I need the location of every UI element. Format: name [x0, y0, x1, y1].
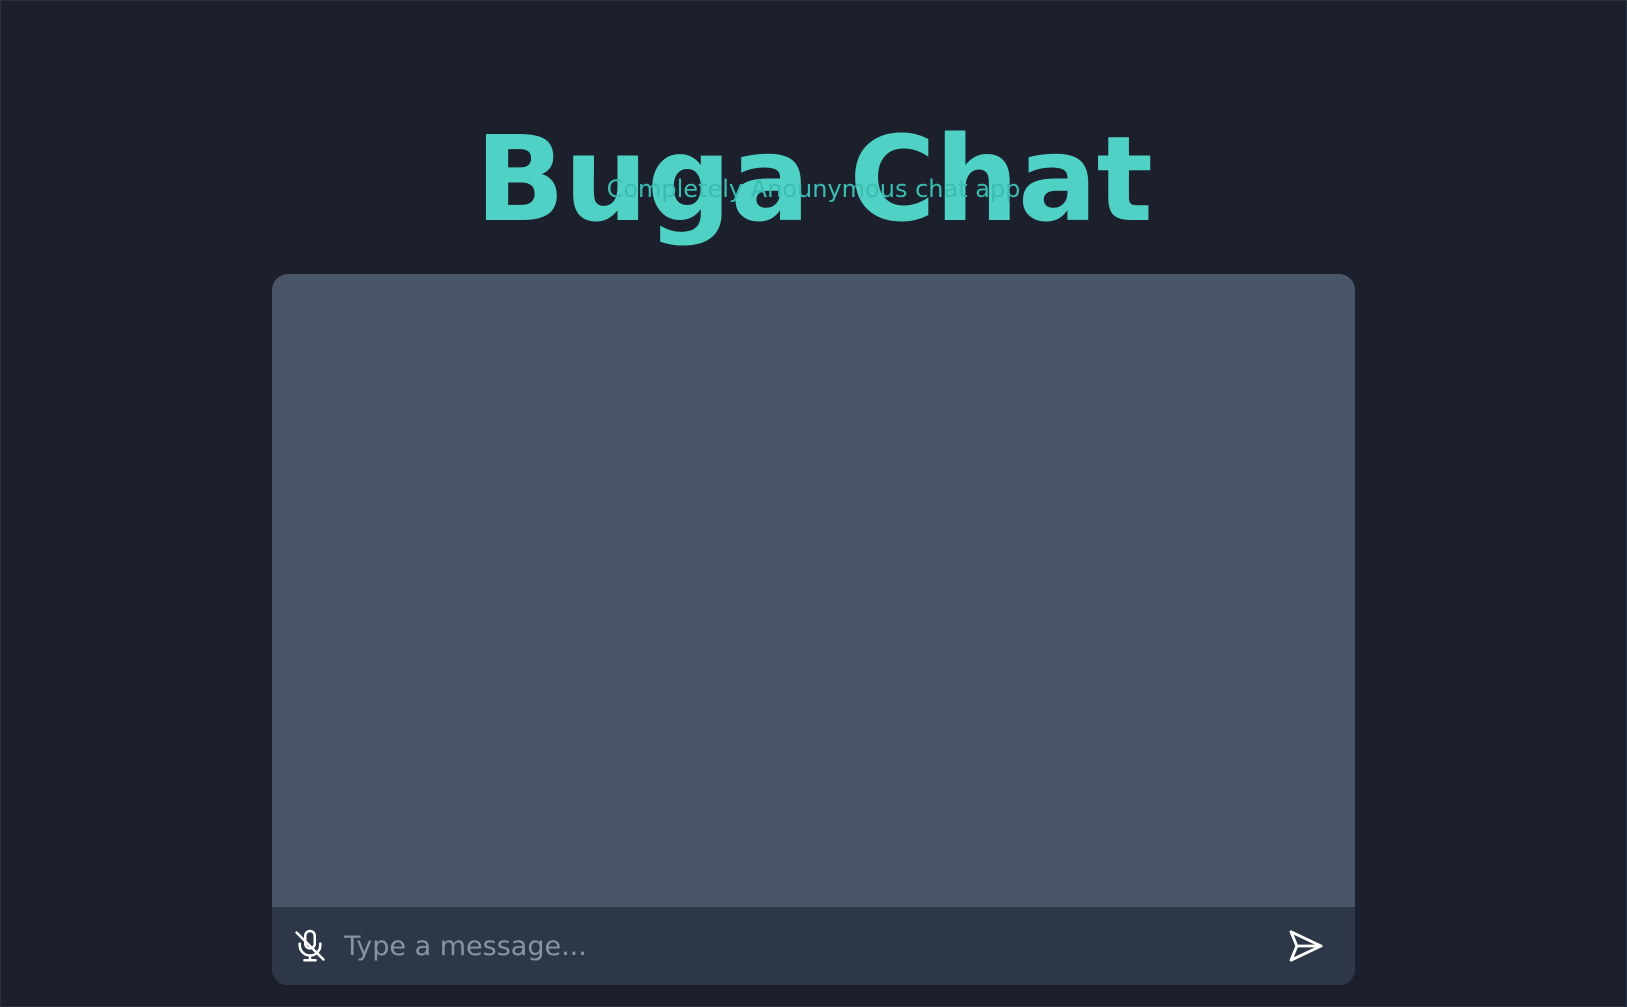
- microphone-off-icon: [295, 929, 325, 962]
- message-input[interactable]: [344, 921, 1283, 971]
- message-composer: [272, 907, 1355, 985]
- send-icon: [1289, 930, 1323, 962]
- message-list[interactable]: [272, 274, 1355, 907]
- microphone-toggle-button[interactable]: [290, 926, 330, 966]
- page-subtitle: Completely Anounymous chat app: [606, 175, 1021, 203]
- app-page: Buga Chat Completely Anounymous chat app: [0, 0, 1627, 1007]
- chat-panel: [272, 274, 1355, 985]
- send-button[interactable]: [1283, 923, 1329, 969]
